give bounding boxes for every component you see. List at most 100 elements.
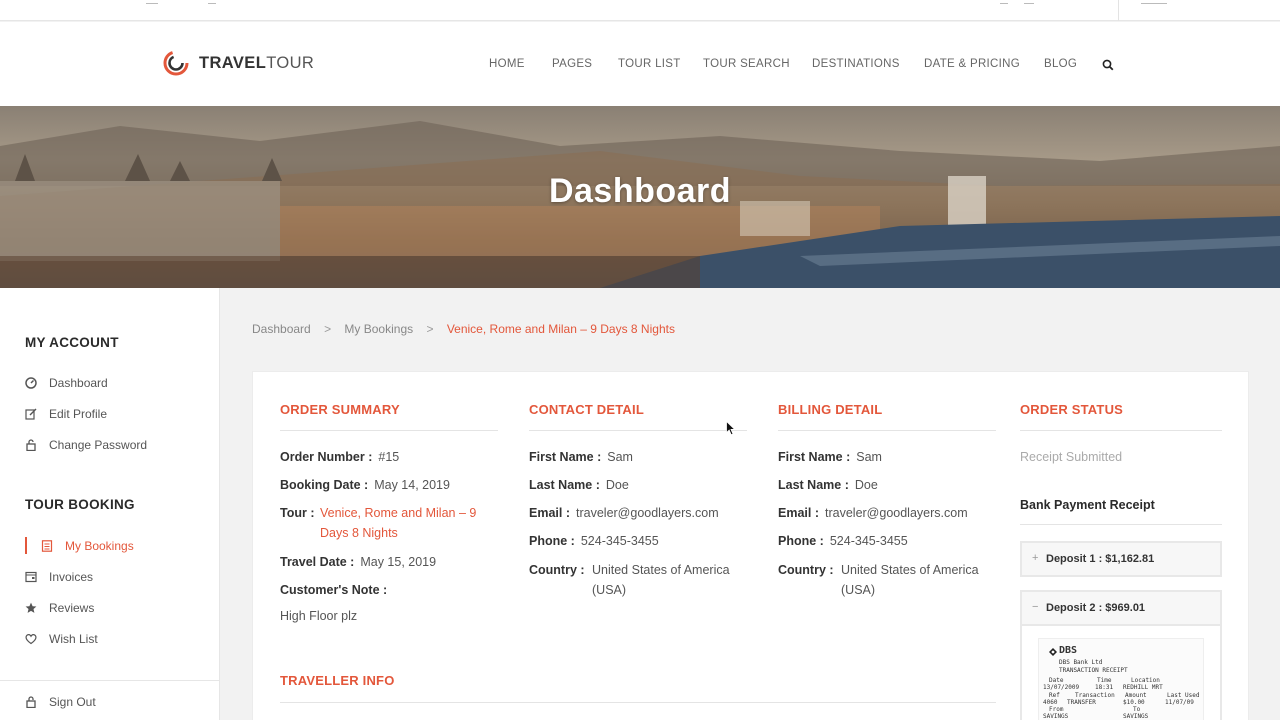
social-icon-2[interactable] bbox=[1024, 0, 1034, 4]
section-divider bbox=[1020, 430, 1222, 431]
bank-receipt-title: Bank Payment Receipt bbox=[1020, 498, 1155, 512]
receipt-value: 11/07/09 bbox=[1165, 699, 1194, 706]
receipt-label: Date bbox=[1049, 677, 1064, 684]
breadcrumb-current: Venice, Rome and Milan – 9 Days 8 Nights bbox=[446, 322, 675, 336]
receipt-value: TRANSFER bbox=[1067, 699, 1096, 706]
sidebar-item-label: Invoices bbox=[49, 570, 94, 584]
contact-first-name: First Name : Sam bbox=[529, 450, 633, 464]
sidebar-item-label: Sign Out bbox=[49, 695, 96, 709]
sidebar-item-invoices[interactable]: Invoices bbox=[25, 569, 93, 585]
receipt-bank-sub: DBS Bank Ltd bbox=[1059, 659, 1103, 666]
billing-first-name: First Name : Sam bbox=[778, 450, 882, 464]
receipt-label: From bbox=[1049, 706, 1064, 713]
nav-destinations[interactable]: DESTINATIONS bbox=[812, 58, 900, 70]
star-icon bbox=[25, 602, 37, 613]
nav-tour-search[interactable]: TOUR SEARCH bbox=[703, 58, 790, 70]
site-header: TRAVELTOUR HOME PAGES TOUR LIST TOUR SEA… bbox=[0, 22, 1280, 106]
customer-note-value: High Floor plz bbox=[280, 609, 358, 623]
heart-icon bbox=[25, 634, 37, 645]
receipt-heading: TRANSACTION RECEIPT bbox=[1059, 667, 1128, 674]
sidebar-item-sign-out[interactable]: Sign Out bbox=[25, 694, 96, 710]
nav-blog[interactable]: BLOG bbox=[1044, 58, 1077, 70]
tour-link[interactable]: Venice, Rome and Milan – 9 Days 8 Nights bbox=[320, 503, 476, 543]
receipt-value: 13/07/2009 bbox=[1043, 684, 1080, 691]
travel-date-row: Travel Date : May 15, 2019 bbox=[280, 555, 437, 569]
social-icon[interactable] bbox=[1000, 0, 1008, 4]
sidebar-item-label: Edit Profile bbox=[49, 407, 108, 421]
traveller-info-title: TRAVELLER INFO bbox=[280, 673, 395, 688]
section-divider bbox=[280, 702, 996, 703]
breadcrumb-separator: > bbox=[324, 322, 332, 336]
billing-country-label: Country : bbox=[778, 563, 834, 577]
sidebar-item-edit-profile[interactable]: Edit Profile bbox=[25, 406, 107, 422]
search-icon[interactable] bbox=[1102, 59, 1114, 71]
contact-last-name: Last Name : Doe bbox=[529, 478, 629, 492]
receipt-bank: DBS bbox=[1059, 645, 1078, 656]
receipt-value: SAVINGS bbox=[1043, 713, 1069, 720]
sign-out-icon bbox=[26, 696, 36, 708]
billing-last-name: Last Name : Doe bbox=[778, 478, 878, 492]
nav-pages[interactable]: PAGES bbox=[552, 58, 592, 70]
billing-email: Email : traveler@goodlayers.com bbox=[778, 506, 968, 520]
user-icon[interactable] bbox=[1141, 0, 1167, 4]
expand-icon: + bbox=[1032, 552, 1039, 564]
active-indicator bbox=[25, 537, 27, 554]
billing-country-value: United States of America (USA) bbox=[841, 563, 979, 597]
nav-date-pricing[interactable]: DATE & PRICING bbox=[924, 58, 1020, 70]
page-banner: Dashboard bbox=[0, 106, 1280, 288]
deposit-1-accordion[interactable]: + Deposit 1 : $1,162.81 bbox=[1020, 541, 1222, 577]
order-status-title: ORDER STATUS bbox=[1020, 402, 1124, 417]
tour-booking-heading: TOUR BOOKING bbox=[25, 497, 135, 512]
receipt-label: Transaction bbox=[1075, 692, 1115, 699]
mail-icon[interactable] bbox=[146, 0, 158, 4]
contact-country-label: Country : bbox=[529, 563, 585, 577]
booking-date-row: Booking Date : May 14, 2019 bbox=[280, 478, 450, 492]
invoice-icon bbox=[25, 571, 37, 583]
breadcrumb-separator: > bbox=[426, 322, 434, 336]
receipt-value: $10.00 bbox=[1123, 699, 1145, 706]
sidebar-item-reviews[interactable]: Reviews bbox=[25, 600, 94, 616]
receipt-label: Ref bbox=[1049, 692, 1060, 699]
phone-icon[interactable] bbox=[208, 0, 216, 4]
billing-phone: Phone :524-345-3455 bbox=[778, 534, 908, 548]
sidebar-item-label: Reviews bbox=[49, 601, 95, 615]
receipt-label: Time bbox=[1097, 677, 1112, 684]
deposit-2-accordion[interactable]: − Deposit 2 : $969.01 bbox=[1020, 590, 1222, 626]
tour-row: Tour : bbox=[280, 506, 315, 520]
sidebar-divider bbox=[0, 680, 220, 681]
mouse-cursor-icon bbox=[726, 421, 736, 436]
sidebar-item-wish-list[interactable]: Wish List bbox=[25, 631, 98, 647]
contact-email: Email : traveler@goodlayers.com bbox=[529, 506, 719, 520]
receipt-value: 18:31 bbox=[1095, 684, 1114, 691]
section-divider bbox=[778, 430, 996, 431]
sidebar-item-my-bookings[interactable]: My Bookings bbox=[25, 537, 134, 554]
deposit-label: Deposit 1 : $1,162.81 bbox=[1046, 553, 1155, 565]
main-nav: HOME PAGES TOUR LIST TOUR SEARCH DESTINA… bbox=[0, 58, 1280, 72]
breadcrumb-my-bookings[interactable]: My Bookings bbox=[344, 322, 413, 336]
receipt-image[interactable]: DBS DBS Bank Ltd TRANSACTION RECEIPT Dat… bbox=[1020, 626, 1222, 720]
collapse-icon: − bbox=[1032, 601, 1039, 613]
order-summary-title: ORDER SUMMARY bbox=[280, 402, 400, 417]
sidebar-item-dashboard[interactable]: Dashboard bbox=[25, 375, 108, 391]
lock-icon bbox=[26, 439, 36, 451]
edit-icon bbox=[25, 408, 37, 420]
receipt-label: Amount bbox=[1125, 692, 1147, 699]
top-bar bbox=[0, 0, 1280, 21]
section-divider bbox=[280, 430, 498, 431]
contact-country-value: United States of America (USA) bbox=[592, 563, 730, 597]
nav-tour-list[interactable]: TOUR LIST bbox=[618, 58, 681, 70]
breadcrumb: Dashboard > My Bookings > Venice, Rome a… bbox=[252, 322, 675, 336]
customer-note-label: Customer's Note : bbox=[280, 583, 388, 597]
order-number-row: Order Number : #15 bbox=[280, 450, 400, 464]
dbs-logo-icon bbox=[1049, 648, 1057, 656]
account-sidebar: MY ACCOUNT Dashboard Edit Profile Change… bbox=[0, 288, 220, 720]
sidebar-item-label: My Bookings bbox=[65, 539, 134, 553]
nav-home[interactable]: HOME bbox=[489, 58, 525, 70]
sidebar-item-label: Change Password bbox=[49, 438, 148, 452]
status-badge: Receipt Submitted bbox=[1020, 450, 1123, 464]
breadcrumb-dashboard[interactable]: Dashboard bbox=[252, 322, 311, 336]
receipt-paper: DBS DBS Bank Ltd TRANSACTION RECEIPT Dat… bbox=[1038, 638, 1204, 720]
section-divider bbox=[529, 430, 747, 431]
sidebar-item-change-password[interactable]: Change Password bbox=[25, 437, 147, 453]
page-title: Dashboard bbox=[548, 172, 732, 210]
